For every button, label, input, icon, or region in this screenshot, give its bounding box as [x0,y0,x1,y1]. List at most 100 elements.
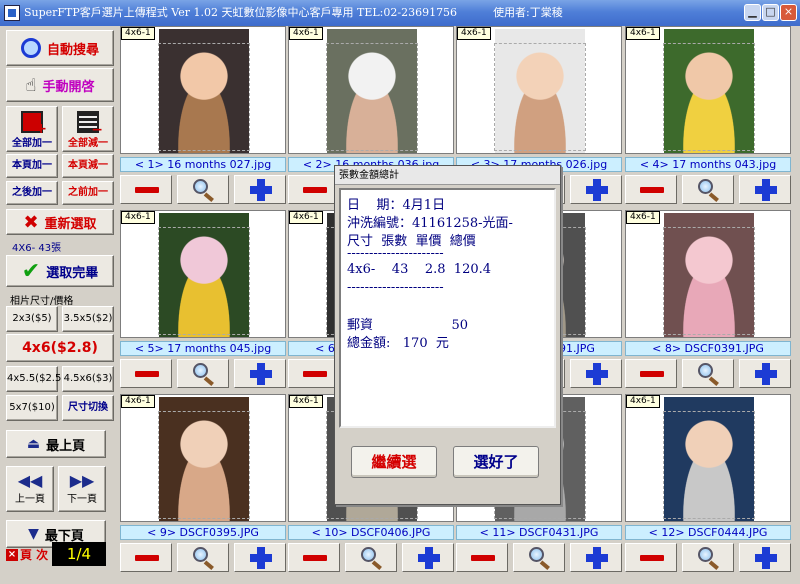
add-page-button[interactable]: 本頁加一 [6,154,58,178]
summary-line: 總金額: 170 元 [347,336,449,351]
selection-count: 4X6- 43張 [12,243,62,254]
auto-search-button[interactable]: 自動搜尋 [6,30,114,66]
minus-icon [303,371,327,377]
zoom-button[interactable] [682,543,734,572]
size-switch-button[interactable]: 尺寸切換 [62,395,114,421]
decrease-button[interactable] [120,175,172,204]
photo-size-tag: 4x6-1 [121,395,155,408]
photo-size-tag: 4x6-1 [289,395,323,408]
size-4.5x6-button[interactable]: 4.5x6($3) [62,366,114,392]
photo-caption: < 5> 17 months 045.jpg [120,341,286,356]
photo-caption: < 4> 17 months 043.jpg [625,157,791,172]
photo-thumbnail[interactable]: 4x6-1 [625,394,791,522]
selection-done-button[interactable]: ✔ 選取完畢 [6,255,114,287]
increase-button[interactable] [570,175,622,204]
decrease-button[interactable] [288,543,340,572]
page-word: 頁 次 [20,548,49,562]
maximize-icon[interactable]: □ [762,4,779,21]
photo-size-tag: 4x6-1 [626,395,660,408]
zoom-button[interactable] [177,359,229,388]
manual-open-button[interactable]: ☝ 手動開啓 [6,68,114,102]
page-counter: 1/4 [52,542,106,566]
size-4x6-button[interactable]: 4x6($2.8) [6,334,114,362]
increase-button[interactable] [234,543,286,572]
sidebar: 自動搜尋 ☝ 手動開啓 全部加一 全部減一 本頁加一 本頁減一 之後加一 之前加… [0,26,118,584]
increase-button[interactable] [234,175,286,204]
minus-icon [640,371,664,377]
increase-button[interactable] [739,543,791,572]
title-bar: SuperFTP客戶選片上傳程式 Ver 1.02 天虹數位影像中心客戶專用 T… [0,0,800,26]
increase-button[interactable] [570,543,622,572]
decrease-button[interactable] [456,543,508,572]
prev-page-button[interactable]: ◀◀ 上一頁 [6,466,54,512]
crop-guide [663,43,755,151]
size-4x5.5-button[interactable]: 4x5.5($2.5) [6,366,65,392]
zoom-button[interactable] [177,175,229,204]
size-5x7-button[interactable]: 5x7($10) [6,395,58,421]
decrease-button[interactable] [120,359,172,388]
increase-button[interactable] [739,175,791,204]
photo-thumbnail[interactable]: 4x6-1 [120,210,286,338]
dialog-summary-text: 日 期：4月1日 沖洗編號：41161258-光面- 尺寸 張數 單價 總價 ----… [339,188,556,428]
continue-select-button[interactable]: 繼續選 [351,446,437,478]
next-page-button[interactable]: ▶▶ 下一頁 [58,466,106,512]
crop-guide [158,411,250,519]
zoom-button[interactable] [345,543,397,572]
zoom-button[interactable] [177,543,229,572]
add-before-button[interactable]: 之前加一 [62,181,114,205]
prev-page-label: 上一頁 [15,494,45,505]
subtract-all-button[interactable]: 全部減一 [62,106,114,152]
photo-thumbnail[interactable]: 4x6-1 [120,394,286,522]
photo-size-tag: 4x6-1 [289,27,323,40]
decrease-button[interactable] [625,175,677,204]
increase-button[interactable] [234,359,286,388]
photo-thumbnail[interactable]: 4x6-1 [456,26,622,154]
photo-cell: 4x6-1 < 8> DSCF0391.JPG [625,210,791,392]
subtract-page-button[interactable]: 本頁減一 [62,154,114,178]
size-2x3-button[interactable]: 2x3($5) [6,306,58,332]
photo-size-tag: 4x6-1 [121,27,155,40]
increase-button[interactable] [402,543,454,572]
manual-open-label: 手動開啓 [42,79,95,95]
film-add-icon [21,111,47,137]
photo-thumbnail[interactable]: 4x6-1 [625,210,791,338]
close-icon[interactable]: × [780,4,797,21]
minus-icon [135,555,159,561]
add-all-button[interactable]: 全部加一 [6,106,58,152]
decrease-button[interactable] [288,359,340,388]
minimize-icon[interactable]: ▁ [744,4,761,21]
user-label: 使用者:丁棠稜 [493,6,563,19]
size-3.5x5-button[interactable]: 3.5x5($2) [62,306,114,332]
photo-cell: 4x6-1 < 12> DSCF0444.JPG [625,394,791,576]
photo-thumbnail[interactable]: 4x6-1 [120,26,286,154]
minus-icon [303,187,327,193]
minus-icon [640,187,664,193]
add-after-button[interactable]: 之後加一 [6,181,58,205]
zoom-button[interactable] [682,175,734,204]
minus-icon [135,371,159,377]
reselect-button[interactable]: ✖ 重新選取 [6,209,114,235]
crop-guide [663,227,755,335]
increase-button[interactable] [739,359,791,388]
decrease-button[interactable] [120,543,172,572]
film-subtract-icon [77,111,103,138]
decrease-button[interactable] [288,175,340,204]
reselect-label: 重新選取 [44,216,97,232]
decrease-button[interactable] [625,543,677,572]
zoom-button[interactable] [513,543,565,572]
photo-size-tag: 4x6-1 [289,211,323,224]
minus-icon [135,187,159,193]
first-page-button[interactable]: ⏏ 最上頁 [6,430,106,458]
zoom-button[interactable] [682,359,734,388]
crop-guide [158,43,250,151]
done-select-button[interactable]: 選好了 [453,446,539,478]
page-x-icon: × [6,548,18,561]
increase-button[interactable] [570,359,622,388]
eject-down-icon: ▼ [28,526,39,542]
photo-thumbnail[interactable]: 4x6-1 [625,26,791,154]
summary-line: 沖洗編號：41161258-光面- [347,216,513,231]
decrease-button[interactable] [625,359,677,388]
photo-thumbnail[interactable]: 4x6-1 [288,26,454,154]
photo-size-tag: 4x6-1 [626,27,660,40]
first-page-label: 最上頁 [46,438,86,454]
